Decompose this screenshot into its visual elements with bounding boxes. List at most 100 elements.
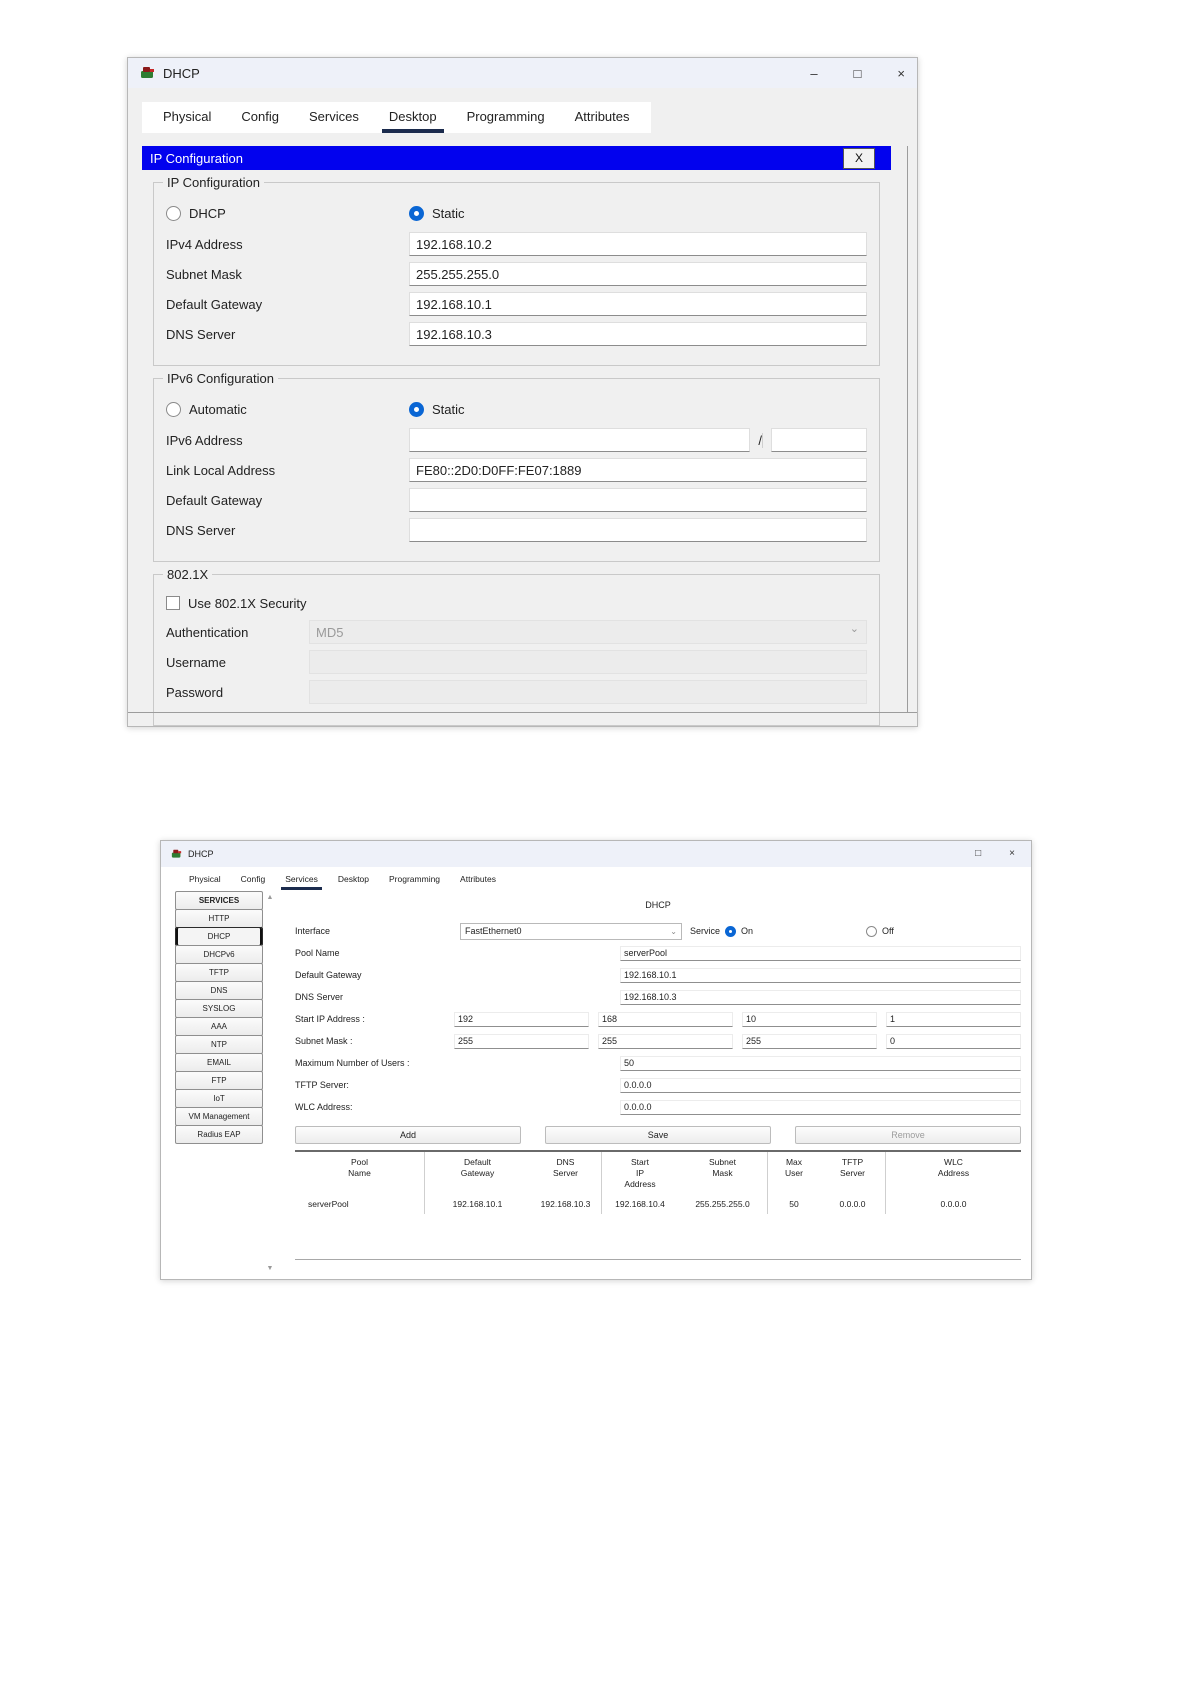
radio-checked-icon <box>409 401 424 417</box>
dns-server-label: DNS Server <box>166 326 236 342</box>
horizontal-scrollbar[interactable] <box>295 1259 1021 1260</box>
col-header-pool-name: Pool Name <box>295 1152 425 1195</box>
service-off-radio[interactable] <box>866 925 878 937</box>
horizontal-scrollbar[interactable] <box>128 712 917 713</box>
titlebar: DHCP □ × <box>161 841 1031 867</box>
dhcp-pool-table: Pool Name Default Gateway DNS Server Sta… <box>295 1150 1021 1215</box>
maximize-icon[interactable]: □ <box>975 849 981 859</box>
ipv6-address-label: IPv6 Address <box>166 432 243 448</box>
sidebar-item-radius-eap[interactable]: Radius EAP <box>175 1125 263 1144</box>
subnet-octet-1[interactable] <box>454 1033 589 1049</box>
static-radio[interactable]: Static <box>409 205 465 221</box>
service-on-radio[interactable] <box>725 925 737 937</box>
scroll-up-icon[interactable]: ▲ <box>267 894 274 901</box>
add-button[interactable]: Add <box>295 1126 521 1144</box>
cell-dns-server: 192.168.10.3 <box>530 1194 602 1215</box>
panel-title: DHCP <box>645 900 671 910</box>
start-ip-octet-1[interactable] <box>454 1011 589 1027</box>
tab-programming[interactable]: Programming <box>452 102 560 133</box>
dhcp-service-panel: DHCP Interface FastEthernet0 ⌄ Service O… <box>295 892 1021 1274</box>
sidebar-item-dhcpv6[interactable]: DHCPv6 <box>175 945 263 964</box>
sidebar-item-iot[interactable]: IoT <box>175 1089 263 1108</box>
sidebar-item-dns[interactable]: DNS <box>175 981 263 1000</box>
col-header-default-gateway: Default Gateway <box>460 1157 495 1179</box>
wlc-address-input[interactable] <box>620 1099 1021 1115</box>
username-input[interactable] <box>309 650 867 674</box>
subnet-octet-3[interactable] <box>742 1033 877 1049</box>
tab-config[interactable]: Config <box>226 102 294 133</box>
minimize-icon[interactable]: – <box>810 67 817 80</box>
group-legend: IP Configuration <box>163 175 264 190</box>
remove-button[interactable]: Remove <box>795 1126 1021 1144</box>
save-button[interactable]: Save <box>545 1126 771 1144</box>
ip-configuration-banner: IP Configuration X <box>142 146 891 170</box>
tab-attributes[interactable]: Attributes <box>560 102 645 133</box>
static-radio-label: Static <box>432 205 465 221</box>
tab-config[interactable]: Config <box>231 870 276 890</box>
banner-close-button[interactable]: X <box>843 147 875 169</box>
close-icon[interactable]: × <box>1009 849 1015 859</box>
password-input[interactable] <box>309 680 867 704</box>
dhcp-radio[interactable]: DHCP <box>166 205 409 221</box>
pool-name-input[interactable] <box>620 945 1021 961</box>
tftp-server-input[interactable] <box>620 1077 1021 1093</box>
sidebar-item-vm-management[interactable]: VM Management <box>175 1107 263 1126</box>
start-ip-octet-3[interactable] <box>742 1011 877 1027</box>
col-header-tftp-server: TFTP Server <box>820 1152 886 1195</box>
maximize-icon[interactable]: □ <box>854 67 862 80</box>
sidebar-item-ntp[interactable]: NTP <box>175 1035 263 1054</box>
interface-dropdown[interactable]: FastEthernet0 ⌄ <box>460 922 682 940</box>
dns-server-input[interactable] <box>620 989 1021 1005</box>
cell-tftp-server: 0.0.0.0 <box>820 1194 886 1215</box>
static-radio-ipv6[interactable]: Static <box>409 401 465 417</box>
tab-programming[interactable]: Programming <box>379 870 450 890</box>
ipv6-gateway-label: Default Gateway <box>166 492 263 508</box>
ipv6-gateway-input[interactable] <box>409 488 867 512</box>
ipv6-prefix-input[interactable] <box>771 428 867 452</box>
tab-services[interactable]: Services <box>275 870 328 890</box>
chevron-down-icon: ⌄ <box>849 623 859 635</box>
tab-attributes[interactable]: Attributes <box>450 870 506 890</box>
ipv6-dns-input[interactable] <box>409 518 867 542</box>
subnet-octet-2[interactable] <box>598 1033 733 1049</box>
table-row[interactable]: serverPool 192.168.10.1 192.168.10.3 192… <box>295 1194 1021 1215</box>
authentication-row: Authentication ⌄ <box>166 617 867 647</box>
tab-desktop[interactable]: Desktop <box>374 102 452 133</box>
tab-physical[interactable]: Physical <box>179 870 231 890</box>
start-ip-label: Start IP Address : <box>295 1014 365 1024</box>
radio-unchecked-icon <box>166 401 181 417</box>
scroll-down-icon[interactable]: ▼ <box>267 1265 274 1272</box>
sidebar-item-dhcp[interactable]: DHCP <box>175 927 263 946</box>
ipv4-address-input[interactable] <box>409 232 867 256</box>
sidebar-item-ftp[interactable]: FTP <box>175 1071 263 1090</box>
max-users-input[interactable] <box>620 1055 1021 1071</box>
ipv6-address-input[interactable] <box>409 428 751 452</box>
use-dot1x-checkbox[interactable]: Use 802.1X Security <box>166 596 307 611</box>
service-on-label: On <box>741 926 754 936</box>
sidebar-item-http[interactable]: HTTP <box>175 909 263 928</box>
default-gateway-input[interactable] <box>620 967 1021 983</box>
ipv6-address-row: IPv6 Address / <box>166 425 867 455</box>
tab-services[interactable]: Services <box>294 102 374 133</box>
sidebar-item-syslog[interactable]: SYSLOG <box>175 999 263 1018</box>
sidebar-item-email[interactable]: EMAIL <box>175 1053 263 1072</box>
start-ip-octet-4[interactable] <box>886 1011 1021 1027</box>
sidebar-item-aaa[interactable]: AAA <box>175 1017 263 1036</box>
subnet-mask-label: Subnet Mask <box>166 266 242 282</box>
subnet-octet-4[interactable] <box>886 1033 1021 1049</box>
tab-physical[interactable]: Physical <box>148 102 226 133</box>
pool-name-row: Pool Name <box>295 942 1021 964</box>
dns-server-input[interactable] <box>409 322 867 346</box>
default-gateway-input[interactable] <box>409 292 867 316</box>
automatic-radio[interactable]: Automatic <box>166 401 409 417</box>
close-icon[interactable]: × <box>897 67 905 80</box>
sidebar-item-tftp[interactable]: TFTP <box>175 963 263 982</box>
tab-desktop[interactable]: Desktop <box>328 870 379 890</box>
ipv6-dns-row: DNS Server <box>166 515 867 545</box>
table-header-row: Pool Name Default Gateway DNS Server Sta… <box>295 1152 1021 1195</box>
start-ip-octet-2[interactable] <box>598 1011 733 1027</box>
tftp-server-label: TFTP Server: <box>295 1080 349 1090</box>
link-local-input[interactable] <box>409 458 867 482</box>
authentication-select[interactable]: ⌄ <box>309 620 867 644</box>
subnet-mask-input[interactable] <box>409 262 867 286</box>
